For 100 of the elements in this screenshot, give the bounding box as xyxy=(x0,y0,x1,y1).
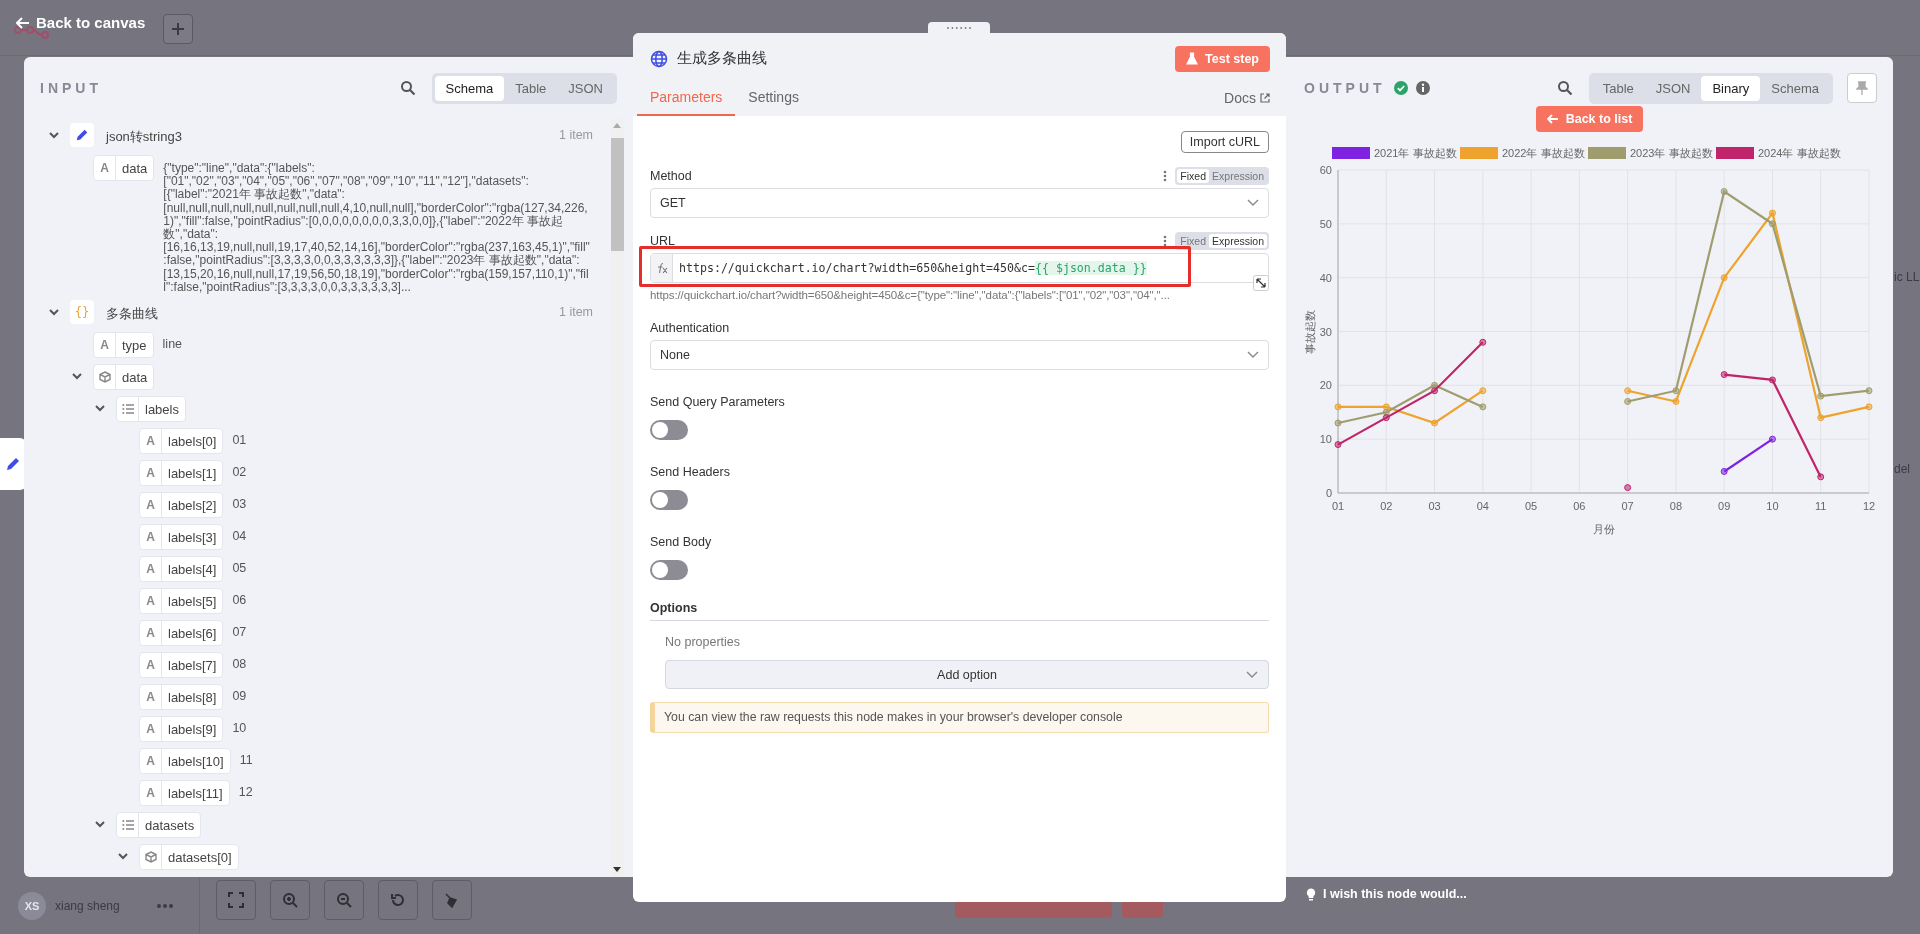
view-tab[interactable]: Table xyxy=(1591,75,1645,101)
info-notice: You can view the raw requests this node makes in your browser's developer console xyxy=(650,702,1269,733)
panel-title: OUTPUT xyxy=(1304,80,1386,96)
undo-icon xyxy=(390,892,406,908)
mode-option[interactable]: Expression xyxy=(1209,234,1267,248)
field-key[interactable]: A type xyxy=(93,332,154,359)
legend-label[interactable]: 2024年 事故起数 xyxy=(1758,147,1841,159)
add-button[interactable] xyxy=(163,13,194,44)
field-value: 08 xyxy=(232,657,247,672)
view-tab[interactable]: JSON xyxy=(557,75,614,101)
field-key[interactable]: A labels[1] xyxy=(139,460,224,487)
field-key[interactable]: A data xyxy=(93,155,155,181)
zoom-in-button[interactable] xyxy=(270,880,310,920)
field-label: Authentication xyxy=(650,321,730,335)
data-point xyxy=(1624,484,1632,492)
field-key[interactable]: A labels[8] xyxy=(139,684,224,711)
chevron-icon[interactable] xyxy=(48,129,60,141)
tick-label: 07 xyxy=(1621,500,1634,512)
tick-label: 10 xyxy=(1766,500,1779,512)
add-option-button[interactable]: Add option xyxy=(665,660,1269,689)
field-key[interactable]: A labels[10] xyxy=(139,748,231,775)
pin-button[interactable] xyxy=(1847,73,1877,103)
drag-handle[interactable] xyxy=(928,22,990,34)
toggle-switch[interactable] xyxy=(650,490,688,510)
view-tab[interactable]: Table xyxy=(504,75,558,101)
reset-button[interactable] xyxy=(378,880,418,920)
data-point xyxy=(1672,398,1680,405)
tick-label: 03 xyxy=(1428,500,1441,512)
mode-option[interactable]: Fixed xyxy=(1177,169,1210,183)
data-point xyxy=(1865,387,1873,395)
legend-swatch[interactable] xyxy=(1588,147,1626,159)
search-icon[interactable] xyxy=(1556,80,1573,96)
field-key[interactable]: datasets[0] xyxy=(139,844,239,871)
field-key[interactable]: A labels[4] xyxy=(139,556,224,583)
import-curl-button[interactable]: Import cURL xyxy=(1180,131,1269,153)
fit-view-button[interactable] xyxy=(216,880,256,920)
scrollbar[interactable] xyxy=(611,119,624,877)
tick-label: 12 xyxy=(1862,500,1876,512)
clean-button[interactable] xyxy=(432,880,472,920)
toggle-switch[interactable] xyxy=(650,420,688,440)
item-count: 1 item xyxy=(558,128,593,142)
select-field[interactable]: None xyxy=(650,340,1269,370)
data-point xyxy=(1720,467,1728,475)
data-point xyxy=(1817,392,1825,400)
more-icon[interactable] xyxy=(156,904,173,908)
fullscreen-icon xyxy=(228,892,244,908)
field-value: {"type":"line","data":{"labels":["01","02","03","04","05","06","07","08","09","10","11","12"],"datasets":[{"label":"2021年 事故起数","data":[null,null,null,null,null,null,null,null,4,10,null,null],"borderColor":"rgba(127,34,226,1)","fill":false,"pointRadius":[0,0,0,0,0,0,0,0,3,3,0,0]},{"label":"2022年 事故起数","data":[16,16,13,19,null,null,19,17,40,52,14,16],"borderColor":"rgba(237,163,45,1)","fill":false,"pointRadius":[3,3,3,3,0,0,3,3,3,3,3,3]},{"label":"2023年 事故起数","data":[13,15,20,16,null,null,17,19,56,50,18,19],"borderColor":"rgba(159,157,110,1)","fill":false,"pointRadius":[3,3,3,3,0,0,3,3,3,3,3,3]... xyxy=(163,162,591,295)
tick-label: 11 xyxy=(1815,500,1827,512)
more-options-icon[interactable] xyxy=(1163,235,1168,247)
field-key[interactable]: data xyxy=(93,364,155,391)
back-to-canvas-button[interactable]: Back to canvas xyxy=(16,14,146,31)
zoom-out-button[interactable] xyxy=(324,880,364,920)
mode-option[interactable]: Expression xyxy=(1209,169,1267,183)
data-point xyxy=(1768,435,1776,443)
field-key[interactable]: A labels[7] xyxy=(139,652,224,679)
field-key[interactable]: A labels[3] xyxy=(139,524,224,551)
field-key[interactable]: A labels[11] xyxy=(139,780,230,807)
field-key[interactable]: A labels[9] xyxy=(139,716,224,743)
field-label: Method xyxy=(650,169,692,183)
tick-label: 05 xyxy=(1524,500,1538,512)
canvas-node-label: del xyxy=(1894,462,1910,476)
tick-label: 02 xyxy=(1380,500,1393,512)
docs-link[interactable]: Docs xyxy=(1224,90,1270,116)
select-field[interactable]: GET xyxy=(650,188,1269,218)
field-key[interactable]: A labels[6] xyxy=(139,620,224,647)
legend-label[interactable]: 2021年 事故起数 xyxy=(1374,147,1457,159)
view-tab[interactable]: Schema xyxy=(434,75,505,101)
feedback-link[interactable]: I wish this node would... xyxy=(1323,887,1467,901)
data-point xyxy=(1672,387,1680,395)
view-tab[interactable]: JSON xyxy=(1644,75,1702,101)
view-tab[interactable]: Binary xyxy=(1701,75,1761,101)
data-point xyxy=(1624,398,1632,405)
legend-label[interactable]: 2023年 事故起数 xyxy=(1630,147,1713,159)
chevron-down-icon xyxy=(1247,351,1259,359)
legend-label[interactable]: 2022年 事故起数 xyxy=(1502,147,1585,159)
search-icon[interactable] xyxy=(399,80,416,96)
field-key[interactable]: A labels[2] xyxy=(139,492,224,519)
field-key[interactable]: datasets xyxy=(116,812,202,839)
legend-swatch[interactable] xyxy=(1716,147,1754,159)
globe-icon xyxy=(650,49,668,68)
edit-tab[interactable] xyxy=(0,438,26,490)
expand-icon[interactable] xyxy=(1253,275,1269,291)
list-icon xyxy=(121,403,134,416)
cube-icon xyxy=(98,371,111,384)
legend-swatch[interactable] xyxy=(1460,147,1498,159)
lightbulb-icon xyxy=(1306,887,1316,901)
field-key[interactable]: A labels[5] xyxy=(139,588,224,615)
node-type-icon: {} xyxy=(70,300,94,325)
legend-swatch[interactable] xyxy=(1332,147,1370,159)
data-point xyxy=(1768,376,1776,384)
view-tab[interactable]: Schema xyxy=(1760,75,1830,101)
chevron-down-icon xyxy=(1246,671,1258,679)
info-icon[interactable] xyxy=(1415,81,1430,95)
panel-tab[interactable]: Settings xyxy=(735,89,812,116)
toggle-switch[interactable] xyxy=(650,560,688,580)
field-key[interactable]: labels xyxy=(116,396,186,423)
field-key[interactable]: A labels[0] xyxy=(139,428,224,455)
mode-option[interactable]: Fixed xyxy=(1177,234,1210,248)
arrow-left-icon xyxy=(16,16,30,29)
more-options-icon[interactable] xyxy=(1163,170,1168,182)
